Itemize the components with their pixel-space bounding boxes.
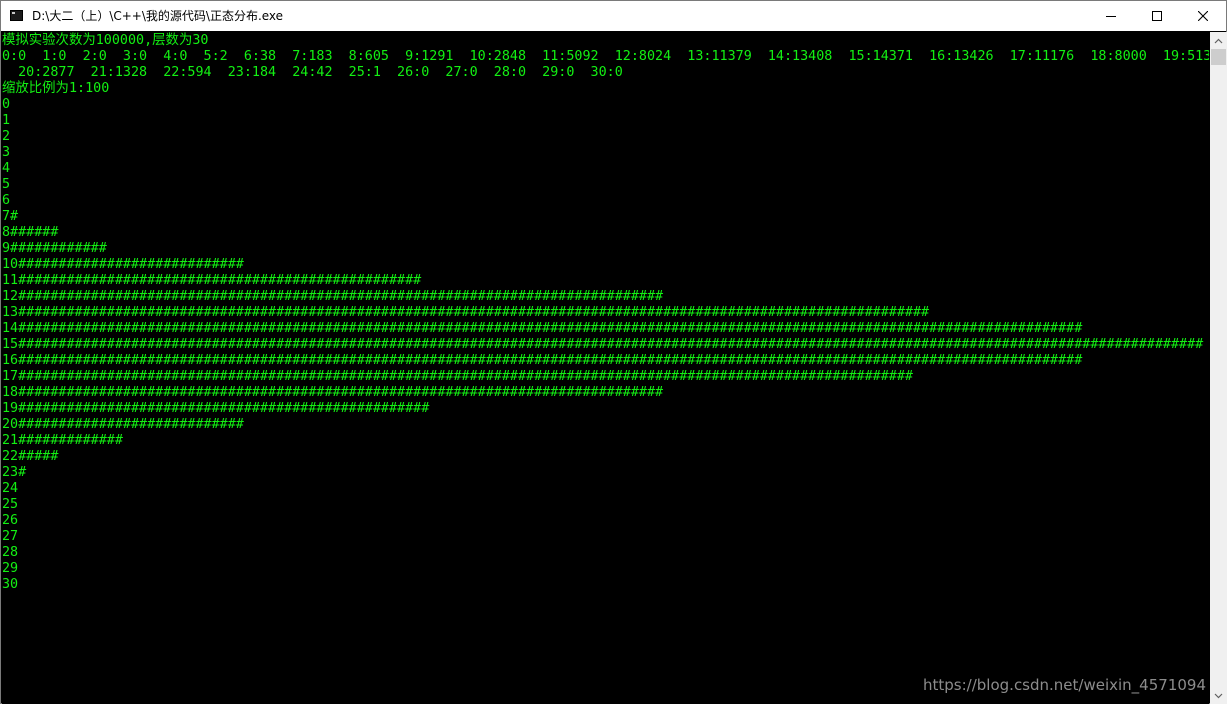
console-line: 27 — [2, 529, 19, 544]
scroll-down-button[interactable] — [1210, 687, 1227, 704]
console-line: 7# — [2, 209, 19, 224]
console-line: 4 — [2, 161, 11, 176]
console-line: 模拟实验次数为100000,层数为30 — [2, 33, 209, 48]
scroll-up-button[interactable] — [1210, 32, 1227, 49]
console-line: 12######################################… — [2, 289, 664, 304]
console-line: 20############################ — [2, 417, 244, 432]
window-title: D:\大二（上）\C++\我的源代码\正态分布.exe — [32, 9, 284, 23]
maximize-button[interactable] — [1134, 1, 1180, 31]
console-text: 模拟实验次数为100000,层数为30 0:0 1:0 2:0 3:0 4:0 5… — [2, 33, 1209, 593]
maximize-icon — [1152, 11, 1162, 21]
console-line: 缩放比例为1:100 — [2, 81, 110, 96]
vertical-scrollbar[interactable] — [1210, 32, 1227, 704]
console-line: 5 — [2, 177, 11, 192]
minimize-icon — [1106, 16, 1116, 17]
console-line: 8###### — [2, 225, 59, 240]
console-line: 20:2877 21:1328 22:594 23:184 24:42 25:1… — [2, 65, 623, 80]
minimize-button[interactable] — [1088, 1, 1134, 31]
scrollbar-thumb[interactable] — [1211, 49, 1226, 65]
console-line: 23# — [2, 465, 27, 480]
console-line: 9############ — [2, 241, 107, 256]
console-line: 18######################################… — [2, 385, 664, 400]
console-line: 22##### — [2, 449, 59, 464]
console-line: 16######################################… — [2, 353, 1083, 368]
console-line: 11######################################… — [2, 273, 422, 288]
console-line: 28 — [2, 545, 19, 560]
chevron-up-icon — [1214, 38, 1223, 43]
console-line: 1 — [2, 113, 11, 128]
title-bar[interactable]: D:\大二（上）\C++\我的源代码\正态分布.exe — [1, 1, 1226, 31]
console-output[interactable]: 模拟实验次数为100000,层数为30 0:0 1:0 2:0 3:0 4:0 5… — [2, 32, 1209, 704]
console-line: 25 — [2, 497, 19, 512]
console-line: 6 — [2, 193, 11, 208]
console-line: 17######################################… — [2, 369, 913, 384]
console-line: 21############# — [2, 433, 123, 448]
console-line: 15######################################… — [2, 337, 1204, 352]
console-line: 26 — [2, 513, 19, 528]
console-line: 14######################################… — [2, 321, 1083, 336]
chevron-down-icon — [1214, 693, 1223, 698]
console-line: 0:0 1:0 2:0 3:0 4:0 5:2 6:38 7:183 8:605… — [2, 49, 1209, 64]
console-window: D:\大二（上）\C++\我的源代码\正态分布.exe 模拟实验次数为10000… — [0, 0, 1227, 704]
console-line: 3 — [2, 145, 11, 160]
close-button[interactable] — [1180, 1, 1226, 31]
console-line: 30 — [2, 577, 19, 592]
console-line: 10############################ — [2, 257, 244, 272]
console-line: 29 — [2, 561, 19, 576]
console-line: 13######################################… — [2, 305, 930, 320]
console-line: 19######################################… — [2, 401, 430, 416]
console-app-icon[interactable] — [10, 10, 23, 21]
watermark-text: https://blog.csdn.net/weixin_4571094 — [923, 676, 1206, 694]
console-line: 2 — [2, 129, 11, 144]
console-line: 0 — [2, 97, 11, 112]
close-icon — [1198, 11, 1208, 21]
console-line: 24 — [2, 481, 19, 496]
